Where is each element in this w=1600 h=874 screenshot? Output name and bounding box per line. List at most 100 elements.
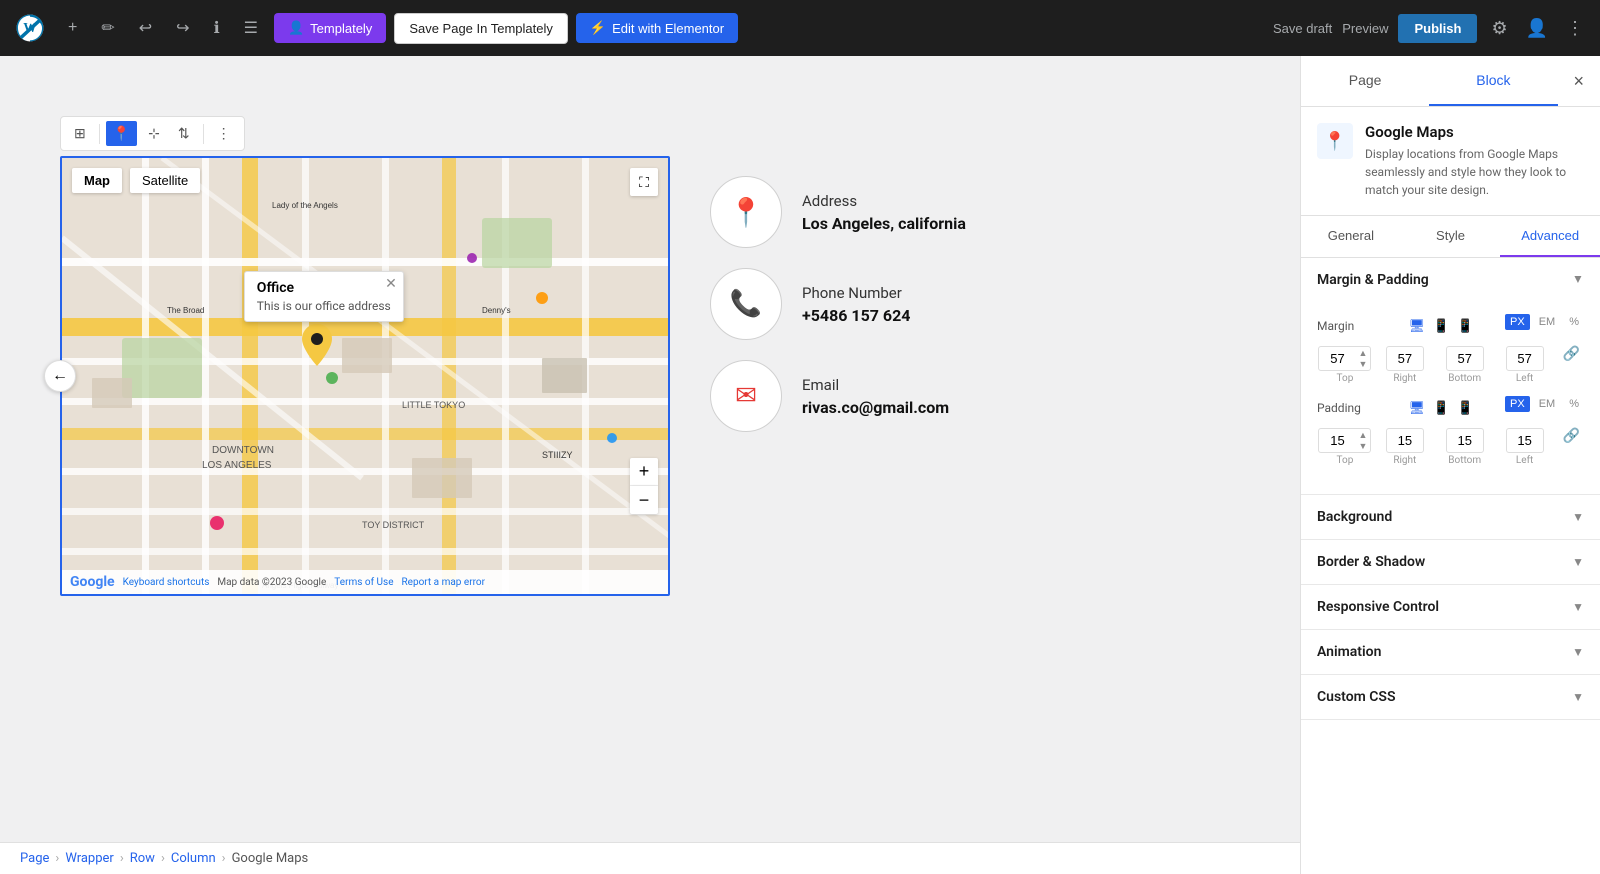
map-popup: Office This is our office address ✕: [244, 271, 404, 322]
breadcrumb-page[interactable]: Page: [20, 851, 49, 866]
preview-button[interactable]: Preview: [1342, 21, 1388, 36]
sidebar-close-button[interactable]: ×: [1558, 59, 1600, 104]
margin-left-input-wrapper: [1506, 346, 1544, 371]
padding-left-label: Left: [1516, 455, 1533, 466]
desktop-icon[interactable]: 🖥: [1407, 317, 1428, 336]
custom-css-chevron: ▼: [1572, 690, 1584, 704]
margin-link-icon[interactable]: 🔗: [1559, 346, 1584, 362]
padding-left-input[interactable]: [1507, 429, 1543, 452]
layout-view-button[interactable]: ⊞: [67, 121, 93, 146]
sub-tabs: General Style Advanced: [1301, 216, 1600, 258]
padding-bottom-input[interactable]: [1447, 429, 1483, 452]
undo-button[interactable]: ↩: [131, 12, 160, 44]
mobile-icon-padding[interactable]: 📱: [1455, 399, 1475, 418]
margin-right-label: Right: [1393, 373, 1416, 384]
margin-left-input[interactable]: [1507, 347, 1543, 370]
zoom-out-button[interactable]: −: [630, 486, 658, 514]
save-page-button[interactable]: Save Page In Templately: [394, 13, 568, 44]
list-view-button[interactable]: ☰: [236, 12, 266, 44]
padding-bottom-input-wrapper: [1446, 428, 1484, 453]
address-icon-circle: 📍: [710, 176, 782, 248]
settings-button[interactable]: ⚙: [1487, 14, 1511, 43]
margin-padding-title: Margin & Padding: [1317, 272, 1429, 288]
map-tab-map[interactable]: Map: [72, 168, 122, 193]
phone-item: 📞 Phone Number +5486 157 624: [710, 268, 966, 340]
templately-icon: 👤: [288, 20, 304, 36]
main-layout: ⊞ 📍 ⊹ ⇅ ⋮: [0, 56, 1600, 874]
tools-button[interactable]: ✏: [93, 12, 122, 44]
padding-top-up[interactable]: ▲: [1355, 430, 1370, 441]
save-draft-button[interactable]: Save draft: [1273, 21, 1332, 36]
margin-padding-header[interactable]: Margin & Padding ▲: [1301, 258, 1600, 302]
move-up-down-button[interactable]: ⇅: [171, 121, 197, 146]
map-container[interactable]: DOWNTOWN LOS ANGELES LITTLE TOKYO TOY DI…: [60, 156, 670, 596]
user-button[interactable]: 👤: [1522, 14, 1552, 43]
device-icons-padding: 🖥 📱 📱: [1407, 399, 1476, 418]
padding-unit-pct[interactable]: %: [1564, 396, 1584, 412]
margin-unit-em[interactable]: EM: [1534, 314, 1561, 330]
sub-tab-general[interactable]: General: [1301, 216, 1401, 257]
animation-header[interactable]: Animation ▼: [1301, 630, 1600, 674]
margin-unit-pct[interactable]: %: [1564, 314, 1584, 330]
templately-button[interactable]: 👤 Templately: [274, 13, 386, 43]
zoom-in-button[interactable]: +: [630, 458, 658, 486]
padding-top-down[interactable]: ▼: [1355, 441, 1370, 452]
desktop-icon-padding[interactable]: 🖥: [1407, 399, 1428, 418]
redo-button[interactable]: ↪: [168, 12, 197, 44]
responsive-header[interactable]: Responsive Control ▼: [1301, 585, 1600, 629]
padding-fields: ▲ ▼ Top Right: [1317, 428, 1584, 466]
margin-bottom-input-wrapper: [1446, 346, 1484, 371]
phone-icon-circle: 📞: [710, 268, 782, 340]
margin-unit-px[interactable]: PX: [1505, 314, 1530, 330]
sub-tab-style[interactable]: Style: [1401, 216, 1501, 257]
padding-top-input[interactable]: [1319, 429, 1355, 452]
more-block-options[interactable]: ⋮: [210, 121, 238, 146]
terms-link[interactable]: Terms of Use: [334, 577, 393, 588]
background-header[interactable]: Background ▼: [1301, 495, 1600, 539]
wp-logo[interactable]: W: [12, 10, 48, 46]
address-value: Los Angeles, california: [802, 214, 966, 233]
padding-unit-px[interactable]: PX: [1505, 396, 1530, 412]
keyboard-shortcuts[interactable]: Keyboard shortcuts: [123, 577, 210, 588]
add-block-button[interactable]: +: [60, 13, 85, 43]
margin-top-down[interactable]: ▼: [1355, 359, 1370, 370]
info-button[interactable]: ℹ: [206, 12, 228, 44]
map-footer: Google Keyboard shortcuts Map data ©2023…: [62, 570, 668, 594]
border-shadow-header[interactable]: Border & Shadow ▼: [1301, 540, 1600, 584]
margin-padding-chevron: ▲: [1572, 273, 1584, 287]
publish-button[interactable]: Publish: [1398, 14, 1477, 43]
popup-close-button[interactable]: ✕: [385, 276, 397, 290]
breadcrumb-wrapper[interactable]: Wrapper: [65, 851, 114, 866]
map-marker: [302, 324, 332, 370]
map-zoom-controls: + −: [630, 458, 658, 514]
map-tab-satellite[interactable]: Satellite: [130, 168, 200, 193]
phone-icon: 📞: [730, 289, 762, 319]
padding-header-row: Padding 🖥 📱 📱 PX EM %: [1317, 396, 1584, 420]
margin-right-input[interactable]: [1387, 347, 1423, 370]
tab-block[interactable]: Block: [1429, 56, 1557, 106]
padding-bottom-group: Bottom: [1437, 428, 1493, 466]
custom-css-header[interactable]: Custom CSS ▼: [1301, 675, 1600, 719]
tab-page[interactable]: Page: [1301, 56, 1429, 106]
margin-top-up[interactable]: ▲: [1355, 348, 1370, 359]
margin-bottom-input[interactable]: [1447, 347, 1483, 370]
more-options-button[interactable]: ⋮: [1562, 14, 1588, 43]
padding-right-input[interactable]: [1387, 429, 1423, 452]
tablet-icon[interactable]: 📱: [1431, 317, 1451, 336]
mobile-icon[interactable]: 📱: [1455, 317, 1475, 336]
map-fullscreen-button[interactable]: ⛶: [630, 168, 658, 196]
edit-elementor-button[interactable]: ⚡ Edit with Elementor: [576, 13, 738, 43]
tablet-icon-padding[interactable]: 📱: [1431, 399, 1451, 418]
padding-right-label: Right: [1393, 455, 1416, 466]
report-link[interactable]: Report a map error: [402, 577, 485, 588]
breadcrumb-column[interactable]: Column: [171, 851, 216, 866]
map-inner: DOWNTOWN LOS ANGELES LITTLE TOKYO TOY DI…: [62, 158, 668, 594]
block-type-button[interactable]: 📍: [106, 121, 137, 146]
sub-tab-advanced[interactable]: Advanced: [1500, 216, 1600, 257]
margin-top-input[interactable]: [1319, 347, 1355, 370]
drag-handle[interactable]: ⊹: [141, 121, 167, 146]
map-nav-button[interactable]: ←: [44, 360, 76, 392]
padding-unit-em[interactable]: EM: [1534, 396, 1561, 412]
breadcrumb-row[interactable]: Row: [130, 851, 155, 866]
padding-link-icon[interactable]: 🔗: [1559, 428, 1584, 444]
